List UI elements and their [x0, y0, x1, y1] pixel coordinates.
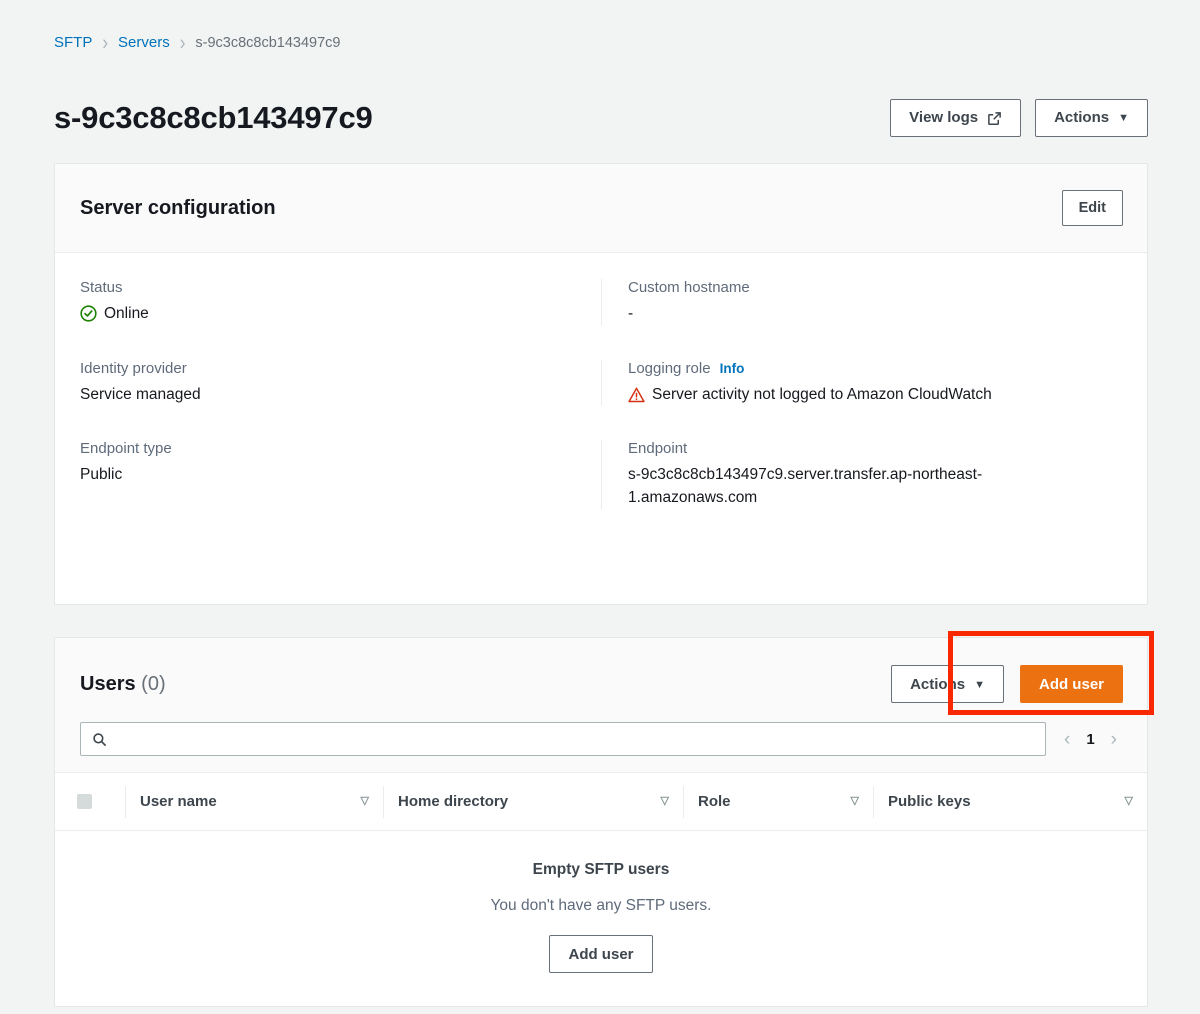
users-filter-row: ‹ 1 › — [55, 712, 1147, 774]
add-user-label: Add user — [1038, 675, 1104, 693]
field-label-endpoint-type: Endpoint type — [80, 440, 172, 458]
users-header-actions: Actions ▼ Add user — [891, 665, 1123, 704]
pagination-prev-icon[interactable]: ‹ — [1064, 730, 1070, 749]
breadcrumb-item-servers[interactable]: Servers — [118, 34, 170, 51]
column-label-home-directory: Home directory — [398, 793, 509, 811]
users-card: Users (0) Actions ▼ Add user ‹ 1 › User … — [54, 637, 1148, 1007]
field-label-custom-hostname: Custom hostname — [628, 279, 750, 297]
field-endpoint: Endpoint s-9c3c8c8cb143497c9.server.tran… — [601, 440, 1122, 510]
select-all-checkbox[interactable] — [77, 794, 92, 810]
users-count: (0) — [141, 672, 166, 695]
add-user-button[interactable]: Add user — [1019, 665, 1123, 704]
sftp-server-detail-page: SFTP › Servers › s-9c3c8c8cb143497c9 s-9… — [0, 0, 1200, 1014]
field-label-status: Status — [80, 279, 123, 297]
column-header-home-directory[interactable]: Home directory ▽ — [383, 785, 683, 818]
users-table-header: User name ▽ Home directory ▽ Role ▽ Publ… — [55, 773, 1147, 832]
pagination: ‹ 1 › — [1064, 730, 1123, 749]
empty-state-title: Empty SFTP users — [532, 861, 670, 879]
page-title: s-9c3c8c8cb143497c9 — [54, 99, 373, 135]
actions-button-header[interactable]: Actions ▼ — [1035, 98, 1148, 137]
column-label-role: Role — [698, 793, 731, 811]
sort-descending-icon[interactable]: ▽ — [361, 796, 369, 807]
users-title-label: Users — [80, 672, 136, 695]
pagination-next-icon[interactable]: › — [1111, 730, 1117, 749]
field-value-endpoint: s-9c3c8c8cb143497c9.server.transfer.ap-n… — [628, 466, 983, 506]
field-identity-provider: Identity provider Service managed — [80, 360, 601, 406]
field-label-identity-provider: Identity provider — [80, 359, 187, 377]
edit-label: Edit — [1078, 200, 1106, 217]
breadcrumb-item-sftp[interactable]: SFTP — [54, 34, 92, 51]
users-header: Users (0) Actions ▼ Add user — [55, 638, 1147, 713]
config-row: Endpoint type Public Endpoint s-9c3c8c8c… — [80, 440, 1122, 510]
edit-button[interactable]: Edit — [1061, 190, 1123, 227]
breadcrumb: SFTP › Servers › s-9c3c8c8cb143497c9 — [54, 30, 341, 55]
actions-label: Actions — [1054, 109, 1110, 127]
field-value-endpoint-type: Public — [80, 466, 123, 484]
server-configuration-header: Server configuration Edit — [55, 164, 1147, 254]
field-label-logging-role: Logging role — [628, 359, 711, 377]
field-value-status: Online — [104, 305, 149, 323]
field-label-endpoint: Endpoint — [628, 440, 688, 458]
field-logging-role: Logging role Info Server activity not lo… — [601, 359, 1122, 407]
column-header-role[interactable]: Role ▽ — [683, 785, 873, 818]
config-row: Status Online Custom hostname - — [80, 279, 1122, 326]
column-header-public-keys[interactable]: Public keys ▽ — [873, 785, 1147, 818]
column-header-user-name[interactable]: User name ▽ — [125, 785, 383, 818]
column-label-public-keys: Public keys — [888, 793, 971, 811]
column-label-user-name: User name — [140, 793, 217, 811]
users-empty-state: Empty SFTP users You don't have any SFTP… — [55, 831, 1147, 974]
breadcrumb-item-current: s-9c3c8c8cb143497c9 — [195, 34, 341, 51]
config-row: Identity provider Service managed Loggin… — [80, 359, 1122, 407]
chevron-down-icon: ▼ — [974, 678, 985, 691]
external-link-icon — [987, 111, 1002, 126]
search-input[interactable] — [81, 723, 1045, 756]
users-title: Users (0) — [80, 673, 166, 696]
chevron-right-icon: › — [102, 30, 109, 55]
chevron-right-icon: › — [179, 30, 186, 55]
select-all-header-cell — [55, 786, 125, 818]
sort-descending-icon[interactable]: ▽ — [851, 796, 859, 807]
view-logs-label: View logs — [909, 109, 979, 127]
field-value-custom-hostname: - — [628, 305, 634, 323]
field-value-identity-provider: Service managed — [80, 385, 201, 403]
field-status: Status Online — [80, 279, 601, 325]
view-logs-button[interactable]: View logs — [890, 98, 1022, 137]
page-header: s-9c3c8c8cb143497c9 View logs Actions ▼ — [54, 80, 1148, 156]
server-configuration-title: Server configuration — [80, 196, 276, 219]
actions-button-users[interactable]: Actions ▼ — [891, 665, 1004, 704]
pagination-current-page[interactable]: 1 — [1086, 731, 1094, 748]
field-custom-hostname: Custom hostname - — [601, 279, 1122, 326]
empty-state-add-user-button[interactable]: Add user — [549, 935, 653, 974]
search-icon — [92, 732, 107, 747]
actions-label: Actions — [910, 675, 966, 693]
sort-descending-icon[interactable]: ▽ — [661, 796, 669, 807]
empty-state-subtitle: You don't have any SFTP users. — [490, 897, 712, 915]
warning-triangle-icon — [628, 387, 645, 403]
server-configuration-body: Status Online Custom hostname - Identity… — [55, 253, 1147, 529]
field-endpoint-type: Endpoint type Public — [80, 440, 601, 509]
server-configuration-card: Server configuration Edit Status Online … — [54, 163, 1148, 605]
sort-descending-icon[interactable]: ▽ — [1125, 796, 1133, 807]
page-header-actions: View logs Actions ▼ — [890, 98, 1148, 137]
info-link[interactable]: Info — [720, 361, 745, 376]
field-value-logging-role: Server activity not logged to Amazon Clo… — [652, 385, 992, 403]
empty-state-add-user-label: Add user — [568, 945, 634, 963]
chevron-down-icon: ▼ — [1118, 112, 1129, 125]
status-online-check-icon — [80, 305, 97, 322]
search-box[interactable] — [80, 722, 1046, 757]
